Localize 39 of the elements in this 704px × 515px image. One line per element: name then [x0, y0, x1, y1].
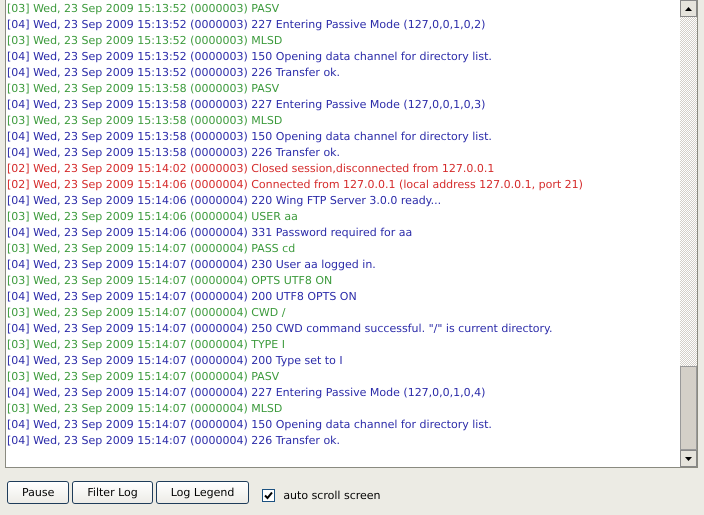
log-line: [04] Wed, 23 Sep 2009 15:13:58 (0000003) 227 Entering Passive Mode (127,0,0,1,0,3): [7, 97, 486, 113]
log-line: [03] Wed, 23 Sep 2009 15:13:58 (0000003) PASV: [7, 81, 280, 97]
check-icon: [264, 491, 274, 500]
log-line: [04] Wed, 23 Sep 2009 15:13:58 (0000003) 150 Opening data channel for directory list.: [7, 129, 493, 145]
log-line: [02] Wed, 23 Sep 2009 15:14:06 (0000004) Connected from 127.0.0.1 (local address 127.0.0.1, port 21): [7, 177, 584, 193]
auto-scroll-label: auto scroll screen: [283, 489, 381, 502]
log-line: [04] Wed, 23 Sep 2009 15:13:52 (0000003) 227 Entering Passive Mode (127,0,0,1,0,2): [7, 17, 486, 33]
log-line: [04] Wed, 23 Sep 2009 15:14:07 (0000004) 200 Type set to I: [7, 353, 344, 369]
log-line: [04] Wed, 23 Sep 2009 15:14:06 (0000004) 220 Wing FTP Server 3.0.0 ready...: [7, 193, 442, 209]
log-line: [03] Wed, 23 Sep 2009 15:14:07 (0000004) TYPE I: [7, 337, 286, 353]
log-line: [03] Wed, 23 Sep 2009 15:14:06 (0000004) USER aa: [7, 209, 299, 225]
toolbar-button[interactable]: Pause: [7, 481, 70, 504]
down-arrow-icon: [685, 456, 692, 460]
scroll-thumb[interactable]: [680, 366, 697, 450]
toolbar-button[interactable]: Filter Log: [72, 481, 153, 504]
log-line: [04] Wed, 23 Sep 2009 15:14:06 (0000004) 331 Password required for aa: [7, 225, 414, 241]
scroll-up-button[interactable]: [680, 0, 697, 17]
log-line: [04] Wed, 23 Sep 2009 15:14:07 (0000004) 150 Opening data channel for directory list.: [7, 417, 493, 433]
log-line: [03] Wed, 23 Sep 2009 15:14:07 (0000004) CWD /: [7, 305, 286, 321]
log-line: [02] Wed, 23 Sep 2009 15:14:02 (0000003) Closed session,disconnected from 127.0.0.1: [7, 161, 496, 177]
log-line: [03] Wed, 23 Sep 2009 15:14:07 (0000004) MLSD: [7, 401, 284, 417]
log-line: [04] Wed, 23 Sep 2009 15:14:07 (0000004) 226 Transfer ok.: [7, 433, 342, 449]
log-line: [04] Wed, 23 Sep 2009 15:13:52 (0000003) 226 Transfer ok.: [7, 65, 342, 81]
log-line: [04] Wed, 23 Sep 2009 15:14:07 (0000004) 227 Entering Passive Mode (127,0,0,1,0,4): [7, 385, 486, 401]
log-line: [04] Wed, 23 Sep 2009 15:14:07 (0000004) 230 User aa logged in.: [7, 257, 377, 273]
log-line: [03] Wed, 23 Sep 2009 15:13:52 (0000003) MLSD: [7, 33, 284, 49]
scroll-down-button[interactable]: [680, 450, 697, 467]
auto-scroll-checkbox[interactable]: [262, 489, 276, 502]
log-line: [03] Wed, 23 Sep 2009 15:14:07 (0000004) PASS cd: [7, 241, 296, 257]
log-line: [04] Wed, 23 Sep 2009 15:13:58 (0000003) 226 Transfer ok.: [7, 145, 342, 161]
log-line: [03] Wed, 23 Sep 2009 15:13:52 (0000003) PASV: [7, 1, 280, 17]
log-line: [03] Wed, 23 Sep 2009 15:14:07 (0000004) OPTS UTF8 ON: [7, 273, 334, 289]
up-arrow-icon: [685, 6, 692, 10]
log-line: [04] Wed, 23 Sep 2009 15:14:07 (0000004) 250 CWD command successful. "/" is current directory.: [7, 321, 554, 337]
toolbar-button[interactable]: Log Legend: [156, 481, 250, 504]
log-line: [04] Wed, 23 Sep 2009 15:13:52 (0000003) 150 Opening data channel for directory list.: [7, 49, 493, 65]
log-line: [03] Wed, 23 Sep 2009 15:14:07 (0000004) PASV: [7, 369, 280, 385]
log-line: [03] Wed, 23 Sep 2009 15:13:58 (0000003) MLSD: [7, 113, 284, 129]
log-line: [04] Wed, 23 Sep 2009 15:14:07 (0000004) 200 UTF8 OPTS ON: [7, 289, 358, 305]
